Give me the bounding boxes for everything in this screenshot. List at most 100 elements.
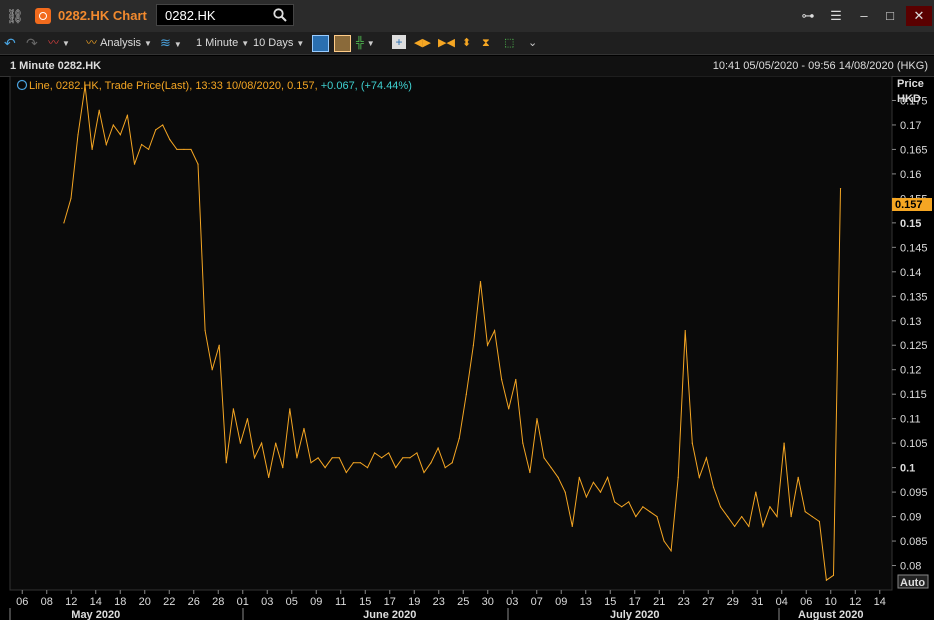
price-point (260, 442, 263, 444)
price-point (508, 408, 510, 410)
price-point (416, 452, 418, 454)
price-point (783, 442, 785, 444)
price-chart[interactable]: 0.1750.170.1650.160.1550.150.1450.140.13… (0, 76, 934, 620)
search-icon[interactable] (273, 8, 287, 22)
price-point (656, 515, 658, 518)
price-point (246, 418, 249, 420)
x-tick-label: 03 (261, 596, 273, 608)
link-icon[interactable]: ⛓ (6, 8, 24, 24)
price-point (571, 525, 573, 527)
compare-icon[interactable] (334, 35, 351, 52)
wave-icon[interactable]: ≋ ▼ (160, 35, 182, 51)
price-point (423, 471, 425, 474)
x-tick-label: 31 (751, 596, 763, 608)
legend-change: +0.067, (321, 80, 358, 92)
x-tick-label: 25 (457, 596, 469, 608)
y-tick-label: 0.115 (900, 389, 927, 401)
more-icon[interactable]: ⌄ (528, 35, 537, 51)
close-button[interactable]: ✕ (906, 6, 932, 26)
select-icon[interactable]: ⬚ (504, 35, 514, 51)
price-point (388, 452, 390, 454)
x-tick-label: 03 (506, 596, 518, 608)
legend-price: 0.157, (287, 80, 318, 92)
price-point (635, 515, 637, 518)
y-tick-label: 0.08 (900, 561, 921, 573)
price-point (239, 442, 242, 444)
zoom-x-icon[interactable]: ▶◀ (438, 35, 455, 51)
x-tick-label: 12 (65, 596, 77, 608)
crosshair-icon[interactable]: ╬ ▼ (356, 35, 375, 51)
chart-name: 1 Minute 0282.HK (10, 60, 102, 72)
y-tick-label: 0.12 (900, 365, 921, 377)
price-point (734, 525, 736, 527)
price-point (183, 148, 185, 151)
price-point (296, 457, 298, 459)
price-point (691, 442, 693, 444)
price-point (762, 525, 764, 527)
price-point (578, 476, 580, 479)
price-point (409, 457, 411, 459)
scroll-up-down-icon[interactable]: ⬍ (462, 35, 471, 51)
x-month-label: July 2020 (610, 609, 660, 620)
price-point (112, 124, 114, 126)
analysis-menu[interactable]: 〰 Analysis ▼ (86, 35, 152, 51)
price-point (381, 457, 383, 459)
x-month-label: May 2020 (71, 609, 120, 620)
ticker-input[interactable] (165, 7, 265, 23)
x-tick-label: 06 (800, 596, 812, 608)
price-point (493, 329, 496, 332)
menu-icon[interactable]: ☰ (826, 6, 846, 26)
price-point (479, 281, 482, 283)
price-point (268, 476, 270, 479)
scroll-left-right-icon[interactable]: ◀▶ (414, 35, 431, 51)
price-point (712, 486, 715, 488)
price-point (331, 457, 333, 459)
price-point (63, 222, 65, 224)
x-tick-label: 18 (114, 596, 126, 608)
chart-type-icon[interactable] (312, 35, 329, 52)
x-tick-label: 01 (237, 596, 249, 608)
layout-icon[interactable]: ⊶ (798, 6, 818, 26)
price-point (395, 467, 397, 469)
app-title: 0282.HK Chart (58, 8, 147, 23)
add-icon[interactable]: + (392, 35, 406, 49)
zoom-y-icon[interactable]: ⧗ (482, 35, 490, 51)
y-tick-label: 0.125 (900, 340, 928, 352)
price-point (253, 457, 256, 459)
price-point (352, 462, 354, 464)
undo-icon[interactable]: ↶ (4, 35, 16, 51)
price-point (324, 467, 326, 469)
price-point (818, 520, 820, 523)
interval-dropdown[interactable]: 1 Minute ▼ (196, 35, 249, 51)
minimize-button[interactable]: – (854, 6, 874, 26)
y-tick-label: 0.135 (900, 291, 928, 303)
price-point (133, 163, 136, 165)
legend-change-pct: (+74.44%) (361, 80, 412, 92)
price-point (282, 467, 284, 469)
price-point (719, 506, 722, 508)
toolbar: ↶ ↷ 〰 ▼ 〰 Analysis ▼ ≋ ▼ 1 Minute ▼ 10 Days ▼… (0, 32, 934, 55)
price-point (684, 329, 686, 332)
y-tick-label: 0.14 (900, 267, 921, 279)
price-point (211, 369, 213, 371)
period-dropdown[interactable]: 10 Days ▼ (253, 35, 304, 51)
y-tick-label: 0.105 (900, 438, 928, 450)
legend: Line, 0282.HK, Trade Price(Last), 13:33 … (29, 80, 412, 92)
redo-icon[interactable]: ↷ (26, 35, 38, 51)
line-style-icon[interactable]: 〰 ▼ (48, 35, 70, 51)
price-point (804, 511, 806, 513)
price-point (218, 344, 220, 346)
maximize-button[interactable]: □ (880, 6, 900, 26)
price-point (176, 148, 178, 151)
price-point (832, 574, 835, 576)
x-tick-label: 10 (825, 596, 837, 608)
x-tick-label: 26 (188, 596, 200, 608)
x-tick-label: 13 (580, 596, 592, 608)
ticker-search-box[interactable] (156, 4, 294, 26)
price-point (797, 476, 799, 479)
x-tick-label: 23 (433, 596, 445, 608)
analysis-icon: 〰 (86, 37, 97, 49)
price-point (190, 148, 192, 151)
price-point (698, 476, 700, 479)
price-point (119, 134, 121, 136)
